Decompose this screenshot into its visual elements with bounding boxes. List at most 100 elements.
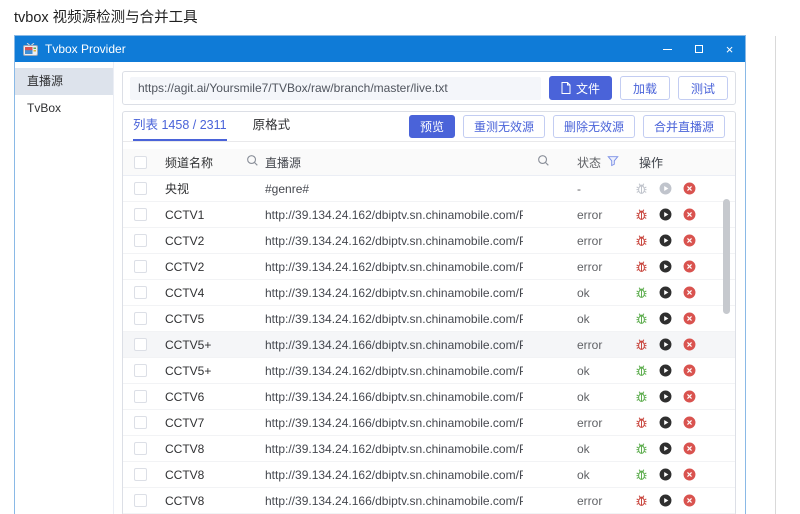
bug-test-icon[interactable] xyxy=(635,286,648,299)
column-header-status[interactable]: 状态 xyxy=(577,154,601,171)
channel-source: http://39.134.24.162/dbiptv.sn.chinamobi… xyxy=(265,207,523,222)
bug-test-icon[interactable] xyxy=(635,468,648,481)
play-icon[interactable] xyxy=(659,364,672,377)
row-checkbox[interactable] xyxy=(133,338,147,351)
select-all-checkbox[interactable] xyxy=(133,155,147,169)
window-body: 直播源 TvBox 文件 加载 xyxy=(15,62,745,514)
play-icon[interactable] xyxy=(659,234,672,247)
bug-test-icon[interactable] xyxy=(635,338,648,351)
delete-icon[interactable] xyxy=(683,234,696,247)
play-icon[interactable] xyxy=(659,260,672,273)
file-button[interactable]: 文件 xyxy=(548,76,612,100)
delete-icon[interactable] xyxy=(683,390,696,403)
table-row: CCTV2 http://39.134.24.162/dbiptv.sn.chi… xyxy=(123,254,735,280)
delete-icon[interactable] xyxy=(683,312,696,325)
table-scrollbar[interactable] xyxy=(723,176,730,514)
test-button[interactable]: 测试 xyxy=(677,76,728,100)
search-source-icon[interactable] xyxy=(537,154,550,170)
play-icon[interactable] xyxy=(659,390,672,403)
status-filter-icon[interactable] xyxy=(607,155,619,170)
file-icon xyxy=(561,82,571,94)
retest-invalid-button[interactable]: 重测无效源 xyxy=(462,115,545,138)
delete-icon[interactable] xyxy=(683,338,696,351)
delete-icon[interactable] xyxy=(683,494,696,507)
channel-status: error xyxy=(577,337,603,352)
row-checkbox[interactable] xyxy=(133,312,147,325)
channel-status: ok xyxy=(577,389,590,404)
bug-test-icon[interactable] xyxy=(635,390,648,403)
bug-test-icon[interactable] xyxy=(635,364,648,377)
channel-name: CCTV5 xyxy=(165,311,205,326)
delete-invalid-button[interactable]: 删除无效源 xyxy=(552,115,635,138)
delete-icon[interactable] xyxy=(683,468,696,481)
delete-icon[interactable] xyxy=(683,182,696,195)
delete-icon[interactable] xyxy=(683,260,696,273)
table-row: CCTV8 http://39.134.24.162/dbiptv.sn.chi… xyxy=(123,462,735,488)
row-checkbox[interactable] xyxy=(133,234,147,247)
row-checkbox[interactable] xyxy=(133,416,147,429)
table-header: 频道名称 直播源 状态 操作 xyxy=(123,149,735,176)
channel-list-card: 列表 1458 / 2311 原格式 预览 重测无效源 删除无效源 合并直播源 … xyxy=(122,111,736,514)
maximize-button[interactable] xyxy=(683,36,714,62)
delete-icon[interactable] xyxy=(683,416,696,429)
bug-test-icon[interactable] xyxy=(635,234,648,247)
channel-status: ok xyxy=(577,441,590,456)
column-header-name[interactable]: 频道名称 xyxy=(157,154,239,171)
merge-sources-button[interactable]: 合并直播源 xyxy=(642,115,725,138)
play-icon[interactable] xyxy=(659,338,672,351)
row-checkbox[interactable] xyxy=(133,182,147,195)
row-checkbox[interactable] xyxy=(133,208,147,221)
play-icon[interactable] xyxy=(659,468,672,481)
table-row: CCTV8 http://39.134.24.162/dbiptv.sn.chi… xyxy=(123,436,735,462)
delete-icon[interactable] xyxy=(683,286,696,299)
channel-source: http://39.134.24.166/dbiptv.sn.chinamobi… xyxy=(265,337,523,352)
scrollbar-thumb[interactable] xyxy=(723,199,730,314)
close-button[interactable]: × xyxy=(714,36,745,62)
sidebar-item-live-source[interactable]: 直播源 xyxy=(15,68,113,95)
tab-list[interactable]: 列表 1458 / 2311 xyxy=(133,112,227,141)
play-icon[interactable] xyxy=(659,494,672,507)
row-checkbox[interactable] xyxy=(133,390,147,403)
window-titlebar[interactable]: Tvbox Provider × xyxy=(15,36,745,62)
bug-test-icon[interactable] xyxy=(635,442,648,455)
file-button-label: 文件 xyxy=(575,81,600,96)
row-checkbox[interactable] xyxy=(133,286,147,299)
minimize-button[interactable] xyxy=(652,36,683,62)
row-checkbox[interactable] xyxy=(133,442,147,455)
preview-button[interactable]: 预览 xyxy=(408,115,455,138)
row-checkbox[interactable] xyxy=(133,260,147,273)
bug-test-icon[interactable] xyxy=(635,416,648,429)
play-icon[interactable] xyxy=(659,312,672,325)
table-row: CCTV6 http://39.134.24.166/dbiptv.sn.chi… xyxy=(123,384,735,410)
play-icon[interactable] xyxy=(659,208,672,221)
column-header-source[interactable]: 直播源 xyxy=(265,154,523,171)
bug-test-icon[interactable] xyxy=(635,182,648,195)
page-divider-line xyxy=(775,36,776,514)
play-icon[interactable] xyxy=(659,286,672,299)
play-icon[interactable] xyxy=(659,442,672,455)
channel-name: CCTV8 xyxy=(165,493,205,508)
delete-icon[interactable] xyxy=(683,208,696,221)
search-name-icon[interactable] xyxy=(246,154,259,170)
channel-name: CCTV8 xyxy=(165,467,205,482)
bug-test-icon[interactable] xyxy=(635,494,648,507)
delete-icon[interactable] xyxy=(683,364,696,377)
channel-source: http://39.134.24.162/dbiptv.sn.chinamobi… xyxy=(265,467,523,482)
channel-status: ok xyxy=(577,467,590,482)
load-button[interactable]: 加载 xyxy=(619,76,670,100)
channel-name: 央视 xyxy=(165,182,190,196)
row-checkbox[interactable] xyxy=(133,494,147,507)
channel-status: ok xyxy=(577,363,590,378)
delete-icon[interactable] xyxy=(683,442,696,455)
channel-status: ok xyxy=(577,285,590,300)
sidebar-item-tvbox[interactable]: TvBox xyxy=(15,95,113,122)
tab-raw-format[interactable]: 原格式 xyxy=(253,112,291,141)
bug-test-icon[interactable] xyxy=(635,208,648,221)
source-url-input[interactable] xyxy=(130,76,541,100)
row-checkbox[interactable] xyxy=(133,364,147,377)
play-icon[interactable] xyxy=(659,416,672,429)
play-icon[interactable] xyxy=(659,182,672,195)
row-checkbox[interactable] xyxy=(133,468,147,481)
bug-test-icon[interactable] xyxy=(635,260,648,273)
bug-test-icon[interactable] xyxy=(635,312,648,325)
